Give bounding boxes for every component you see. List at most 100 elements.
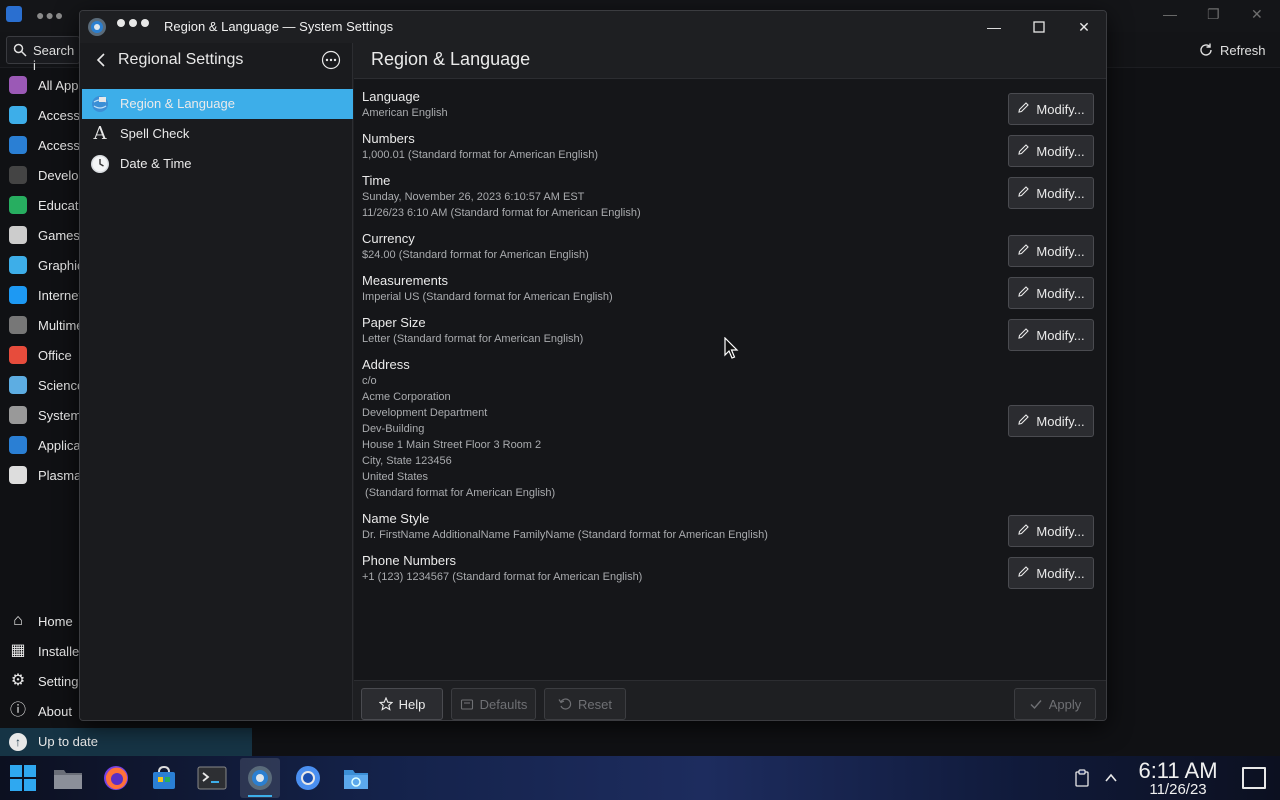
bottom-nav-item[interactable]: ⚙ Settings (0, 666, 80, 696)
restore-icon[interactable]: ❐ (1207, 6, 1220, 23)
nav-item-spell-check[interactable]: A Spell Check (82, 119, 353, 149)
category-item[interactable]: Education (0, 190, 80, 220)
file-viewer-icon (344, 770, 368, 789)
apply-button[interactable]: Apply (1014, 688, 1096, 720)
taskbar-dolphin[interactable] (336, 758, 376, 798)
taskbar-chromium[interactable] (288, 758, 328, 798)
modify-phone-numbers-button[interactable]: Modify... (1008, 557, 1094, 589)
category-label: Multimedia (38, 317, 80, 333)
category-icon (9, 316, 27, 334)
setting-value: Sunday, November 26, 2023 6:10:57 AM EST… (362, 191, 641, 219)
setting-name: Numbers (362, 131, 415, 146)
discover-app-icon (6, 6, 22, 22)
modify-label: Modify... (1036, 285, 1085, 301)
back-arrow-icon[interactable] (92, 50, 112, 70)
modify-name-style-button[interactable]: Modify... (1008, 515, 1094, 547)
system-settings-icon (248, 766, 272, 790)
modify-time-button[interactable]: Modify... (1008, 177, 1094, 209)
start-menu-button[interactable] (3, 758, 43, 798)
minimize-icon[interactable]: — (1163, 6, 1177, 22)
windows-start-icon (10, 765, 36, 791)
category-sidebar: All Apps Accessibility Accessories Developm… (0, 70, 80, 730)
menu-dots-icon[interactable]: ●●● (36, 7, 64, 23)
clock-icon (91, 155, 109, 173)
nav-item-date-time[interactable]: Date & Time (82, 149, 353, 179)
modify-measurements-button[interactable]: Modify... (1008, 277, 1094, 309)
setting-value: Letter (Standard format for American Eng… (362, 333, 584, 345)
update-status-bar[interactable]: ↑ Up to date (0, 728, 252, 756)
taskbar-discover[interactable] (144, 758, 184, 798)
category-icon (9, 76, 27, 94)
category-item[interactable]: Accessories (0, 130, 80, 160)
chevron-up-icon[interactable] (1103, 770, 1119, 786)
modify-label: Modify... (1036, 143, 1085, 159)
search-icon (13, 43, 27, 57)
more-options-icon[interactable] (321, 50, 341, 70)
category-item[interactable]: Multimedia (0, 310, 80, 340)
setting-name: Time (362, 173, 391, 188)
setting-value: c/o Acme Corporation Development Departm… (362, 375, 556, 499)
refresh-icon (1200, 43, 1212, 56)
search-field[interactable]: Search i (6, 36, 80, 73)
setting-name: Address (362, 357, 410, 372)
setting-name: Language (362, 89, 420, 104)
modify-paper-size-button[interactable]: Modify... (1008, 319, 1094, 351)
up-arrow-icon: ↑ (9, 733, 27, 751)
window-menu-icon[interactable] (117, 19, 149, 27)
category-label: System (38, 407, 80, 423)
setting-row-phone-numbers: Phone Numbers +1 (123) 1234567 (Standard… (354, 553, 1106, 589)
taskbar-firefox[interactable] (96, 758, 136, 798)
category-item[interactable]: Internet (0, 280, 80, 310)
taskbar-system-settings[interactable] (240, 758, 280, 798)
help-button[interactable]: Help (361, 688, 443, 720)
firefox-icon (104, 766, 128, 790)
setting-value: American English (362, 107, 448, 119)
page-footer: Help Defaults Reset Apply (354, 680, 1106, 720)
category-item[interactable]: Office (0, 340, 80, 370)
category-item[interactable]: System (0, 400, 80, 430)
modify-currency-button[interactable]: Modify... (1008, 235, 1094, 267)
bottom-nav-item[interactable]: ⓘ About (0, 696, 80, 726)
category-item[interactable]: Accessibility (0, 100, 80, 130)
maximize-button[interactable] (1029, 17, 1049, 37)
modify-address-button[interactable]: Modify... (1008, 405, 1094, 437)
defaults-button[interactable]: Defaults (451, 688, 536, 720)
category-icon (9, 286, 27, 304)
category-item[interactable]: Application (0, 430, 80, 460)
refresh-button[interactable]: Refresh (1192, 38, 1272, 62)
modify-numbers-button[interactable]: Modify... (1008, 135, 1094, 167)
category-item[interactable]: All Apps (0, 70, 80, 100)
taskbar-terminal[interactable] (192, 758, 232, 798)
nav-item-region-language[interactable]: Region & Language (82, 89, 353, 119)
setting-row-measurements: Measurements Imperial US (Standard forma… (354, 273, 1106, 309)
bottom-nav-item[interactable]: ▦ Installed (0, 636, 80, 666)
nav-item-label: Date & Time (120, 156, 192, 171)
category-label: Application (38, 437, 80, 453)
modify-language-button[interactable]: Modify... (1008, 93, 1094, 125)
reset-button[interactable]: Reset (544, 688, 626, 720)
minimize-button[interactable]: — (984, 17, 1004, 37)
category-label: All Apps (38, 77, 80, 93)
defaults-icon (460, 699, 473, 710)
pencil-icon (1017, 185, 1030, 201)
spell-check-icon: A (93, 123, 107, 144)
category-item[interactable]: Development (0, 160, 80, 190)
category-item[interactable]: Science (0, 370, 80, 400)
close-button[interactable]: ✕ (1074, 17, 1094, 37)
bottom-nav-icon: ⓘ (9, 702, 26, 719)
setting-name: Name Style (362, 511, 430, 526)
modify-label: Modify... (1036, 523, 1085, 539)
bottom-nav-icon: ▦ (10, 642, 26, 659)
category-item[interactable]: Plasma (0, 460, 80, 490)
bottom-nav-item[interactable]: ⌂ Home (0, 606, 80, 636)
close-icon[interactable]: ✕ (1251, 6, 1263, 23)
category-label: Internet (38, 287, 80, 303)
clock-date[interactable]: 11/26/23 (1136, 781, 1220, 798)
window-titlebar[interactable]: Region & Language — System Settings — ✕ (80, 11, 1106, 43)
category-item[interactable]: Graphics (0, 250, 80, 280)
pencil-icon (1017, 523, 1030, 539)
clipboard-icon[interactable] (1073, 769, 1091, 787)
category-item[interactable]: Games (0, 220, 80, 250)
show-desktop-button[interactable] (1242, 767, 1266, 789)
taskbar-file-manager[interactable] (48, 758, 88, 798)
